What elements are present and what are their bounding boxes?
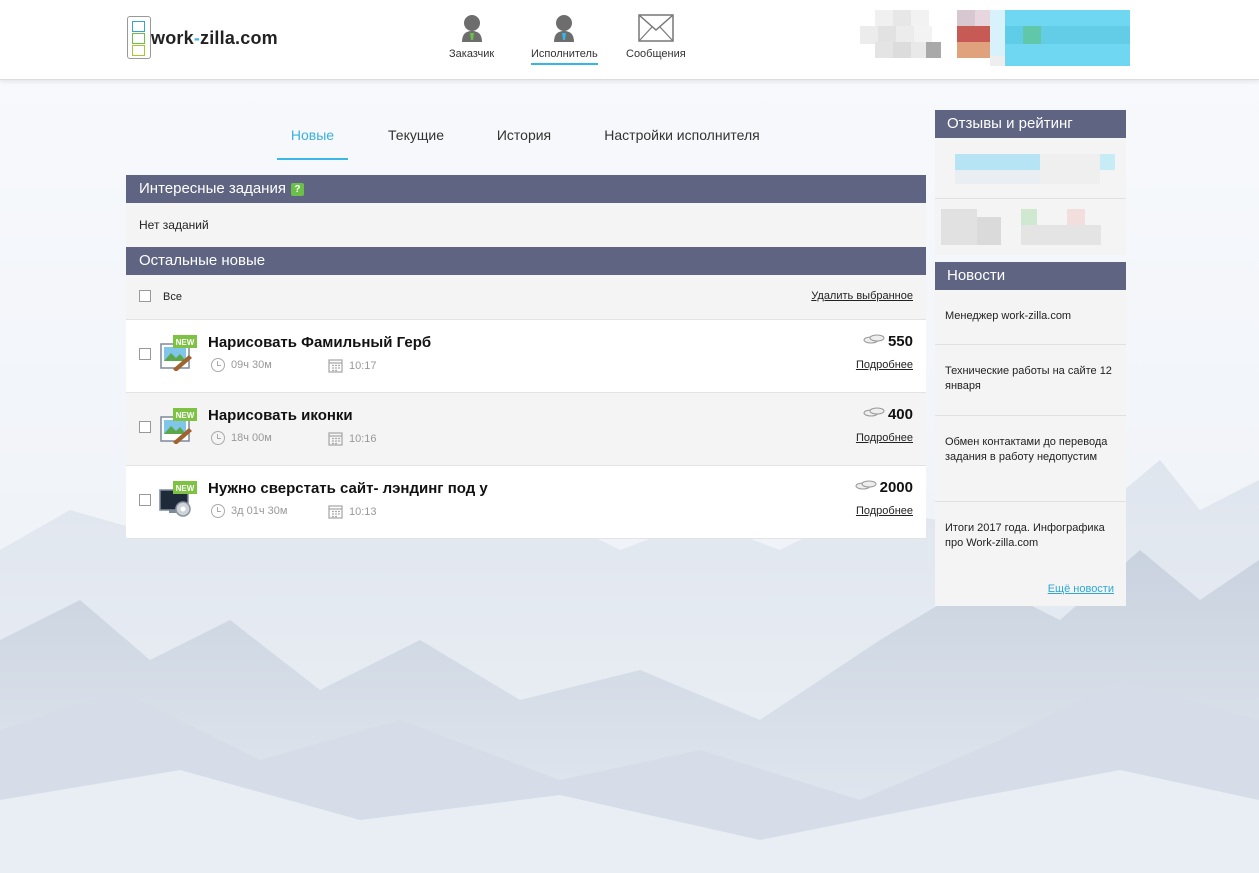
news-item-text: Итоги 2017 года. Инфографика про Work-zi…	[945, 522, 1105, 549]
news-item-text: Менеджер work-zilla.com	[945, 310, 1072, 322]
tab-current[interactable]: Текущие	[376, 112, 456, 158]
task-published-time: 10:16	[328, 431, 377, 446]
task-details-link[interactable]: Подробнее	[856, 432, 913, 444]
svg-text:NEW: NEW	[176, 338, 195, 347]
task-checkbox[interactable]	[139, 421, 151, 433]
select-all-row: Все Удалить выбранное	[126, 275, 926, 320]
calendar-icon	[328, 505, 343, 519]
news-header: Новости	[935, 262, 1126, 290]
logo-text: work-zilla.com	[151, 28, 278, 48]
help-icon[interactable]: ?	[290, 183, 304, 196]
nav-customer-label: Заказчик	[449, 48, 495, 60]
svg-text:NEW: NEW	[176, 411, 195, 420]
nav-performer[interactable]: Исполнитель	[531, 14, 598, 65]
coins-icon	[855, 480, 877, 490]
nav-customer[interactable]: Заказчик	[449, 14, 494, 60]
nav-performer-label: Исполнитель	[531, 48, 598, 65]
task-published-time: 10:13	[328, 504, 377, 519]
news-item-text: Обмен контактами до перевода задания в р…	[945, 436, 1108, 463]
interesting-tasks-header: Интересные задания?	[126, 175, 926, 203]
logo-checklist-icon	[127, 16, 151, 59]
task-published-time: 10:17	[328, 358, 377, 373]
reviews-block-blurred[interactable]	[935, 199, 1126, 255]
task-row[interactable]: NEW Нужно сверстать сайт- лэндинг под у …	[126, 466, 926, 539]
other-new-header: Остальные новые	[126, 247, 926, 275]
news-item[interactable]: Итоги 2017 года. Инфографика про Work-zi…	[935, 502, 1126, 606]
site-header: work-zilla.com Заказчик Исполнитель Сооб…	[0, 0, 1259, 80]
no-tasks-text: Нет заданий	[139, 218, 209, 232]
clock-icon	[211, 431, 225, 445]
news-item[interactable]: Обмен контактами до перевода задания в р…	[935, 416, 1126, 502]
calendar-icon	[328, 359, 343, 373]
news-title: Новости	[947, 267, 1006, 284]
user-profile-blurred[interactable]	[860, 8, 1130, 66]
svg-text:NEW: NEW	[176, 484, 195, 493]
task-title[interactable]: Нарисовать Фамильный Герб	[208, 334, 431, 351]
coins-icon	[863, 407, 885, 417]
news-item[interactable]: Технические работы на сайте 12 января	[935, 345, 1126, 416]
select-all-checkbox[interactable]	[139, 290, 151, 302]
tab-history[interactable]: История	[486, 112, 562, 158]
performer-tabs: Новые Текущие История Настройки исполнит…	[126, 112, 926, 160]
calendar-icon	[328, 432, 343, 446]
task-time-left: 3д 01ч 30м	[211, 504, 287, 518]
monitor-gear-icon: NEW	[159, 481, 197, 517]
task-title[interactable]: Нарисовать иконки	[208, 407, 353, 424]
task-details-link[interactable]: Подробнее	[856, 505, 913, 517]
image-edit-icon: NEW	[160, 408, 197, 444]
task-title[interactable]: Нужно сверстать сайт- лэндинг под у	[208, 480, 488, 497]
more-news-link[interactable]: Ещё новости	[1048, 583, 1114, 595]
nav-messages-label: Сообщения	[626, 48, 686, 60]
news-item[interactable]: Менеджер work-zilla.com	[935, 290, 1126, 345]
task-time-left: 18ч 00м	[211, 431, 272, 445]
tab-performer-settings[interactable]: Настройки исполнителя	[600, 112, 764, 158]
tab-new[interactable]: Новые	[277, 112, 348, 160]
task-details-link[interactable]: Подробнее	[856, 359, 913, 371]
task-price: 550	[863, 333, 913, 350]
news-item-text: Технические работы на сайте 12 января	[945, 365, 1112, 392]
clock-icon	[211, 358, 225, 372]
select-all-label: Все	[163, 291, 182, 303]
task-row[interactable]: NEW Нарисовать Фамильный Герб 09ч 30м 10…	[126, 320, 926, 393]
interesting-tasks-title: Интересные задания	[139, 180, 286, 197]
envelope-icon	[638, 14, 674, 42]
task-checkbox[interactable]	[139, 494, 151, 506]
task-row[interactable]: NEW Нарисовать иконки 18ч 00м 10:16 400 …	[126, 393, 926, 466]
reviews-header: Отзывы и рейтинг	[935, 110, 1126, 138]
site-logo[interactable]: work-zilla.com	[127, 16, 297, 60]
delete-selected-link[interactable]: Удалить выбранное	[811, 290, 913, 302]
coins-icon	[863, 334, 885, 344]
customer-avatar-icon	[461, 15, 482, 42]
clock-icon	[211, 504, 225, 518]
other-new-title: Остальные новые	[139, 252, 266, 269]
rating-block-blurred[interactable]	[935, 138, 1126, 199]
task-price: 400	[863, 406, 913, 423]
task-time-left: 09ч 30м	[211, 358, 272, 372]
reviews-title: Отзывы и рейтинг	[947, 115, 1073, 132]
image-edit-icon: NEW	[160, 335, 197, 371]
interesting-tasks-empty: Нет заданий	[126, 203, 926, 247]
task-price: 2000	[855, 479, 913, 496]
nav-messages[interactable]: Сообщения	[626, 14, 686, 60]
performer-avatar-icon	[554, 15, 575, 42]
task-checkbox[interactable]	[139, 348, 151, 360]
